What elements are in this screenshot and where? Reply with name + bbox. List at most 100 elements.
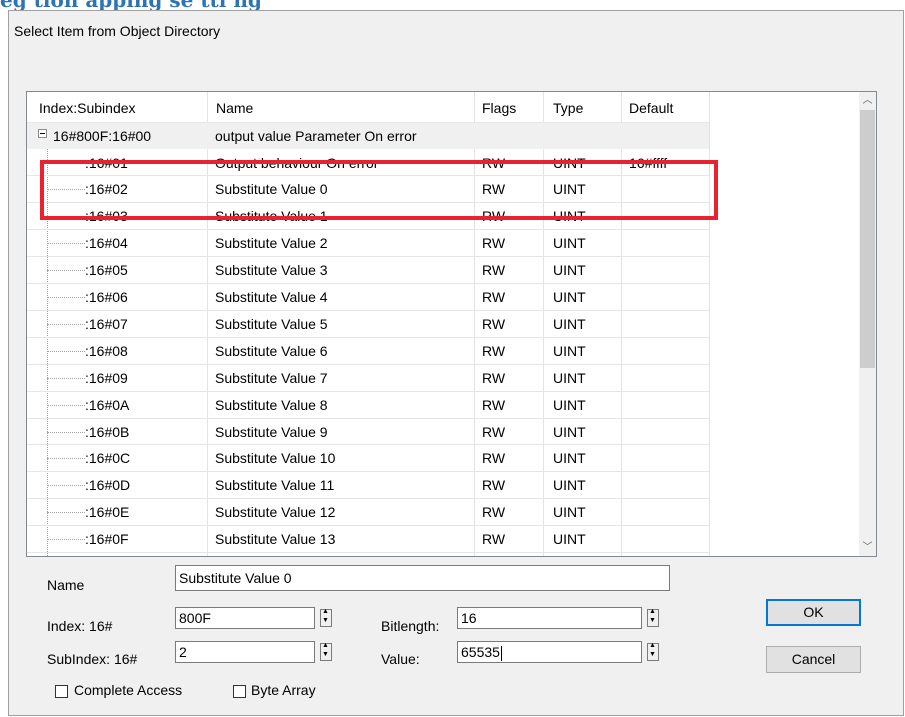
table-row[interactable]: :16#0E Substitute Value 12 RW UINT — [27, 499, 709, 525]
byte-array-label[interactable]: Byte Array — [251, 682, 316, 698]
value-label: Value: — [381, 651, 420, 667]
table-row[interactable]: :16#05 Substitute Value 3 RW UINT — [27, 257, 709, 283]
table-row[interactable]: :16#03 Substitute Value 1 RW UINT — [27, 203, 709, 229]
row-index: :16#0E — [85, 504, 130, 521]
row-name: Substitute Value 9 — [215, 423, 328, 440]
row-flags: RW — [482, 262, 506, 279]
tree-branch-line — [47, 350, 85, 352]
tree-branch-line — [47, 431, 85, 433]
row-index: :16#09 — [85, 369, 128, 386]
tree-branch-line — [47, 162, 85, 164]
row-name: Substitute Value 10 — [215, 450, 336, 467]
complete-access-label[interactable]: Complete Access — [74, 682, 182, 698]
row-type: UINT — [553, 369, 586, 386]
bitlength-label: Bitlength: — [381, 618, 440, 634]
row-type: UINT — [553, 208, 586, 225]
row-index: :16#04 — [85, 235, 128, 252]
row-name: Substitute Value 11 — [215, 477, 335, 494]
table-row[interactable]: :16#06 Substitute Value 4 RW UINT — [27, 284, 709, 310]
object-directory-tree[interactable]: Index:Subindex Name Flags Type Default 1… — [26, 91, 877, 557]
byte-array-checkbox[interactable] — [233, 685, 246, 698]
table-row[interactable]: :16#07 Substitute Value 5 RW UINT — [27, 311, 709, 337]
row-index: :16#0F — [85, 531, 129, 548]
tree-branch-line — [47, 297, 85, 298]
table-row[interactable]: :16#0C Substitute Value 10 RW UINT — [27, 445, 709, 471]
row-type: UINT — [553, 504, 586, 521]
row-type: UINT — [553, 181, 586, 198]
table-row[interactable]: :16#08 Substitute Value 6 RW UINT — [27, 338, 709, 364]
subindex-spinner[interactable] — [320, 642, 332, 661]
row-name: Substitute Value 1 — [215, 208, 328, 225]
subindex-label: SubIndex: 16# — [47, 651, 138, 667]
tree-branch-line — [47, 485, 85, 487]
index-spinner[interactable] — [320, 608, 332, 627]
row-index: :16#0D — [85, 477, 131, 494]
row-type: UINT — [553, 315, 586, 332]
complete-access-checkbox[interactable] — [55, 685, 68, 698]
index-label: Index: 16# — [47, 618, 113, 634]
tree-branch-line — [47, 189, 85, 191]
name-field[interactable]: Substitute Value 0 — [175, 565, 670, 591]
row-name: Output behaviour On error — [215, 154, 379, 171]
row-flags: RW — [482, 396, 506, 413]
row-index: :16#03 — [85, 208, 128, 225]
cancel-button[interactable]: Cancel — [766, 646, 861, 673]
row-index: :16#0A — [85, 396, 130, 413]
table-row[interactable]: :16#09 Substitute Value 7 RW UINT — [27, 365, 709, 391]
row-name: Substitute Value 5 — [215, 315, 328, 332]
row-type: UINT — [553, 477, 586, 494]
column-header-type[interactable]: Type — [553, 100, 583, 116]
subindex-field[interactable]: 2 — [175, 641, 315, 663]
index-field[interactable]: 800F — [175, 607, 315, 629]
parent-index: 16#800F:16#00 — [53, 128, 152, 144]
value-spinner[interactable] — [647, 642, 659, 661]
row-index: :16#07 — [85, 315, 128, 332]
row-type: UINT — [553, 154, 586, 171]
table-row[interactable]: :16#04 Substitute Value 2 RW UINT — [27, 230, 709, 256]
chevron-up-icon[interactable]: ︿ — [859, 92, 876, 109]
bitlength-spinner[interactable] — [647, 608, 659, 627]
row-type: UINT — [553, 396, 586, 413]
row-type: UINT — [553, 531, 586, 548]
row-index: :16#01 — [85, 154, 128, 171]
table-row-parent[interactable]: 16#800F:16#00 output value Parameter On … — [27, 123, 709, 149]
tree-branch-line — [47, 404, 85, 406]
row-default: 16#ffff — [629, 154, 668, 171]
column-header-index[interactable]: Index:Subindex — [39, 100, 136, 116]
table-row[interactable]: :16#0A Substitute Value 8 RW UINT — [27, 392, 709, 418]
row-index: :16#08 — [85, 342, 128, 359]
text-cursor — [500, 645, 502, 661]
row-flags: RW — [482, 181, 506, 198]
dialog-title: Select Item from Object Directory — [14, 23, 221, 39]
row-name: Substitute Value 12 — [215, 504, 336, 521]
table-row[interactable]: :16#02 Substitute Value 0 RW UINT — [27, 176, 709, 202]
column-header-default[interactable]: Default — [629, 100, 673, 116]
row-type: UINT — [553, 289, 586, 305]
row-name: Substitute Value 4 — [215, 289, 328, 305]
row-name: Substitute Value 2 — [215, 235, 328, 252]
row-type: UINT — [553, 342, 586, 359]
tree-branch-line — [47, 243, 85, 245]
column-header-flags[interactable]: Flags — [482, 100, 516, 116]
table-row[interactable]: :16#0D Substitute Value 11 RW UINT — [27, 472, 709, 498]
scrollbar-thumb[interactable] — [860, 110, 875, 368]
tree-header: Index:Subindex Name Flags Type Default — [27, 92, 860, 122]
chevron-down-icon[interactable]: ﹀ — [859, 539, 876, 556]
header-divider — [27, 122, 709, 123]
tree-branch-line — [47, 539, 85, 541]
row-index: :16#0C — [85, 450, 131, 467]
row-name: Substitute Value 8 — [215, 396, 328, 413]
bitlength-field[interactable]: 16 — [457, 607, 642, 629]
minus-box-icon[interactable] — [38, 129, 47, 138]
row-index: :16#05 — [85, 262, 128, 279]
table-row[interactable]: :16#01 Output behaviour On error RW UINT 16#… — [27, 150, 709, 176]
row-flags: RW — [482, 342, 506, 359]
ok-button[interactable]: OK — [766, 599, 861, 626]
table-row[interactable]: :16#0F Substitute Value 13 RW UINT — [27, 526, 709, 552]
column-separator — [709, 92, 710, 556]
value-field[interactable]: 65535 — [457, 641, 642, 663]
vertical-scrollbar[interactable]: ︿ ﹀ — [859, 92, 876, 556]
row-name: Substitute Value 6 — [215, 342, 328, 359]
table-row[interactable]: :16#0B Substitute Value 9 RW UINT — [27, 419, 709, 445]
column-header-name[interactable]: Name — [216, 100, 253, 116]
